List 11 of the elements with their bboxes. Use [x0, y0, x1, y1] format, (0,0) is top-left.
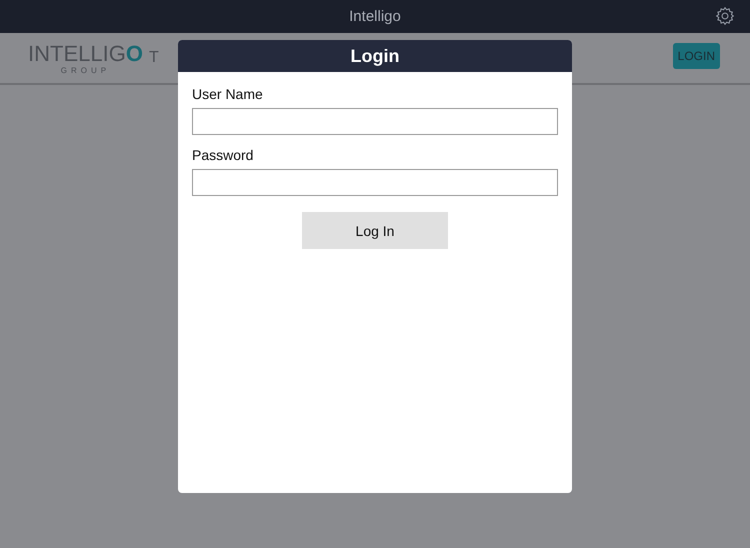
logo-wordmark: INTELLIGO	[28, 42, 143, 66]
field-label: Password	[192, 147, 254, 163]
header-text: T	[148, 49, 159, 67]
log-in-button[interactable]: Log In	[302, 212, 448, 249]
dialog-title: Login	[350, 46, 400, 66]
input-field[interactable]	[192, 108, 558, 135]
logo-subtext: GROUP	[60, 66, 110, 74]
settings-icon[interactable]	[715, 6, 735, 26]
input-field[interactable]	[192, 169, 558, 196]
app-title: Intelligo	[349, 8, 401, 25]
field-label: User Name	[192, 86, 264, 102]
